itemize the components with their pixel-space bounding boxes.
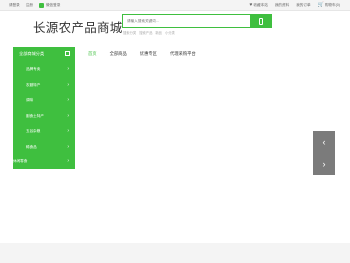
grid-icon: [65, 51, 70, 56]
search-button[interactable]: [250, 15, 271, 27]
chevron-right-icon: ›: [67, 158, 69, 164]
wechat-login-link[interactable]: 微信登录: [38, 0, 61, 11]
nav-home[interactable]: 首页: [88, 47, 97, 60]
category-label: 休闲零食: [13, 159, 28, 163]
all-categories-button[interactable]: 全部商城分类: [13, 47, 75, 60]
category-item[interactable]: 农副特产 ›: [13, 78, 75, 94]
main-nav: 全部商城分类 首页 全部商品 优惠专区 代理采购平台: [13, 47, 350, 60]
chevron-right-icon: ›: [67, 128, 69, 134]
cart-link[interactable]: 🛒购物车(0): [318, 0, 340, 11]
chevron-right-icon: ›: [322, 159, 326, 169]
nav-links: 首页 全部商品 优惠专区 代理采购平台: [88, 47, 196, 60]
cart-icon: 🛒: [317, 2, 324, 8]
top-bar: 请登录 注册 微信登录 ♥收藏本站 我的资料 我的订单 🛒购物车(0): [0, 0, 350, 11]
favorite-link[interactable]: ♥收藏本站: [249, 0, 267, 11]
my-profile-link[interactable]: 我的资料: [275, 0, 289, 11]
phone-icon: [258, 17, 263, 25]
hot-word[interactable]: 小分类: [165, 30, 175, 35]
heart-icon: ♥: [249, 2, 253, 8]
footer-band: [0, 243, 350, 263]
hot-words: 搜索分类 搜索产品 新品 小分类: [123, 30, 175, 35]
top-bar-left: 请登录 注册 微信登录: [9, 0, 60, 11]
top-bar-right: ♥收藏本站 我的资料 我的订单 🛒购物车(0): [249, 0, 340, 11]
cart-count: (0): [335, 3, 340, 7]
login-link[interactable]: 请登录: [9, 0, 20, 11]
chevron-right-icon: ›: [67, 81, 69, 88]
hot-word[interactable]: 搜索产品: [139, 30, 152, 35]
wechat-icon: [38, 3, 44, 8]
wechat-login-label: 微信登录: [45, 3, 61, 7]
all-categories-label: 全部商城分类: [19, 51, 45, 56]
category-label: 五谷杂粮: [26, 129, 41, 133]
chevron-left-icon: ‹: [322, 137, 326, 147]
chevron-right-icon: ›: [67, 143, 69, 150]
category-item[interactable]: 五谷杂粮 ›: [13, 124, 75, 140]
my-orders-link[interactable]: 我的订单: [296, 0, 310, 11]
favorite-label: 收藏本站: [253, 3, 268, 7]
category-item[interactable]: 副食土特产 ›: [13, 109, 75, 125]
search-input[interactable]: [123, 15, 249, 27]
category-item[interactable]: 休闲零食 ›: [13, 154, 75, 170]
hot-word[interactable]: 搜索分类: [123, 30, 136, 35]
category-label: 品牌专卖: [26, 67, 41, 71]
category-item[interactable]: 调味 ›: [13, 93, 75, 109]
chevron-right-icon: ›: [67, 97, 69, 103]
nav-proxy-purchase[interactable]: 代理采购平台: [170, 47, 196, 60]
category-label: 调味: [26, 98, 34, 102]
chevron-right-icon: ›: [67, 112, 69, 119]
hot-word[interactable]: 新品: [155, 30, 162, 35]
cart-label: 购物车: [324, 3, 336, 7]
category-menu: 品牌专卖 › 农副特产 › 调味 › 副食土特产 › 五谷杂粮 › 稀食品 › …: [13, 60, 75, 169]
category-item[interactable]: 稀食品 ›: [13, 140, 75, 156]
nav-deals[interactable]: 优惠专区: [140, 47, 157, 60]
register-link[interactable]: 注册: [26, 0, 33, 11]
search-box: [122, 14, 272, 28]
category-label: 稀食品: [26, 144, 37, 149]
category-label: 农副特产: [26, 82, 41, 87]
banner-next-button[interactable]: ›: [313, 153, 335, 175]
chevron-right-icon: ›: [67, 66, 69, 72]
nav-all-products[interactable]: 全部商品: [110, 47, 127, 60]
category-item[interactable]: 品牌专卖 ›: [13, 62, 75, 78]
banner-prev-button[interactable]: ‹: [313, 131, 335, 153]
site-logo[interactable]: 长源农产品商城: [33, 17, 123, 36]
category-label: 副食土特产: [26, 113, 44, 118]
